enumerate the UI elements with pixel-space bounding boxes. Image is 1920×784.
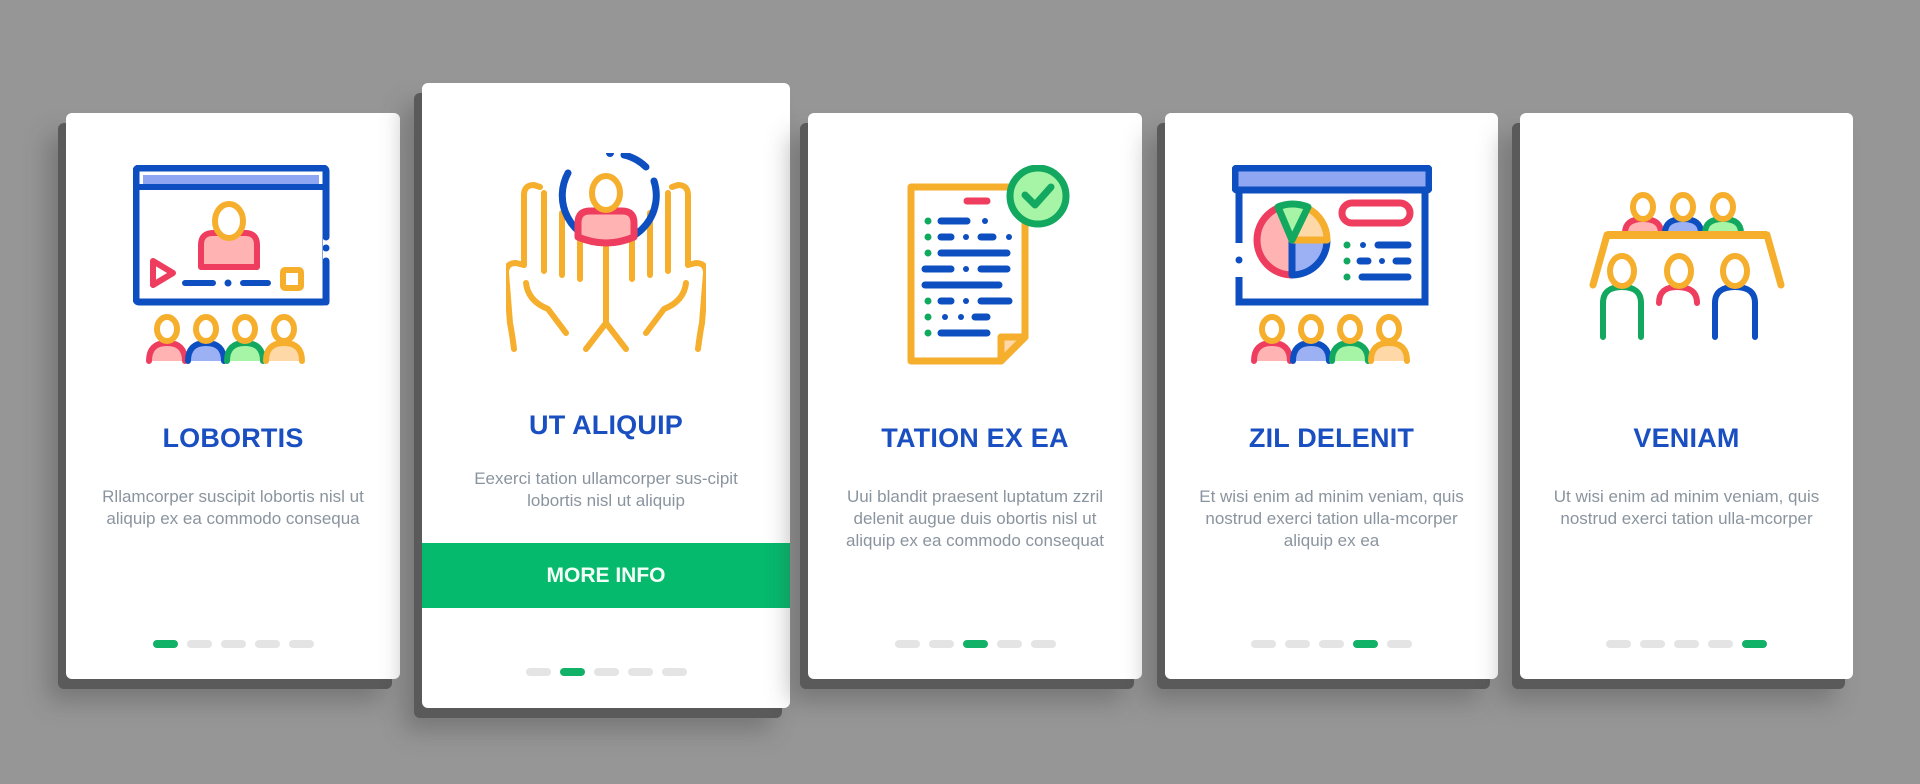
page-dot-5[interactable] [1742, 640, 1767, 648]
pagination-dots [422, 668, 790, 676]
page-dot-3[interactable] [220, 640, 246, 648]
onboarding-card-3: TATION EX EA Uui blandit praesent luptat… [808, 113, 1142, 679]
page-dot-4[interactable] [996, 640, 1022, 648]
card-description: Ut wisi enim ad minim veniam, quis nostr… [1553, 487, 1820, 528]
card-description: Rllamcorper suscipit lobortis nisl ut al… [102, 487, 364, 528]
onboarding-card-5: VENIAM Ut wisi enim ad minim veniam, qui… [1520, 113, 1853, 679]
card-description: Uui blandit praesent luptatum zzril dele… [846, 487, 1104, 550]
page-dot-3[interactable] [593, 668, 619, 676]
page-dot-3[interactable] [1319, 640, 1344, 648]
meeting-table-group-icon [1589, 192, 1784, 340]
card-title: UT ALIQUIP [529, 410, 683, 440]
card-title: VENIAM [1633, 423, 1740, 453]
card-description: Eexerci tation ullamcorper sus-cipit lob… [474, 469, 738, 510]
page-dot-5[interactable] [661, 668, 687, 676]
card-title: ZIL DELENIT [1248, 423, 1415, 453]
page-dot-2[interactable] [1640, 640, 1665, 648]
page-dot-5[interactable] [1030, 640, 1056, 648]
pagination-dots [66, 640, 400, 648]
page-dot-1[interactable] [525, 668, 551, 676]
page-dot-3[interactable] [1674, 640, 1699, 648]
pagination-dots [808, 640, 1142, 648]
page-dot-1[interactable] [152, 640, 178, 648]
hands-holding-person-icon [506, 153, 706, 352]
page-dot-2[interactable] [559, 668, 585, 676]
page-dot-5[interactable] [1387, 640, 1412, 648]
onboarding-card-4: ZIL DELENIT Et wisi enim ad minim veniam… [1165, 113, 1498, 679]
page-dot-4[interactable] [254, 640, 280, 648]
page-dot-2[interactable] [1285, 640, 1310, 648]
page-dot-2[interactable] [928, 640, 954, 648]
page-dot-1[interactable] [1606, 640, 1631, 648]
page-dot-1[interactable] [1251, 640, 1276, 648]
card-description: Et wisi enim ad minim veniam, quis nostr… [1199, 487, 1464, 550]
card-title: LOBORTIS [162, 423, 304, 453]
onboarding-card-2: UT ALIQUIP Eexerci tation ullamcorper su… [422, 83, 790, 708]
video-presentation-audience-icon [133, 165, 333, 364]
onboarding-card-1: LOBORTIS Rllamcorper suscipit lobortis n… [66, 113, 400, 679]
page-dot-4[interactable] [1353, 640, 1378, 648]
card-title: TATION EX EA [881, 423, 1069, 453]
pagination-dots [1520, 640, 1853, 648]
page-dot-2[interactable] [186, 640, 212, 648]
page-dot-4[interactable] [627, 668, 653, 676]
page-dot-4[interactable] [1708, 640, 1733, 648]
chart-presentation-audience-icon [1231, 165, 1432, 364]
page-dot-5[interactable] [288, 640, 314, 648]
pagination-dots [1165, 640, 1498, 648]
more-info-button[interactable]: MORE INFO [422, 543, 790, 608]
page-dot-3[interactable] [962, 640, 988, 648]
page-dot-1[interactable] [894, 640, 920, 648]
approved-document-icon [907, 165, 1070, 365]
